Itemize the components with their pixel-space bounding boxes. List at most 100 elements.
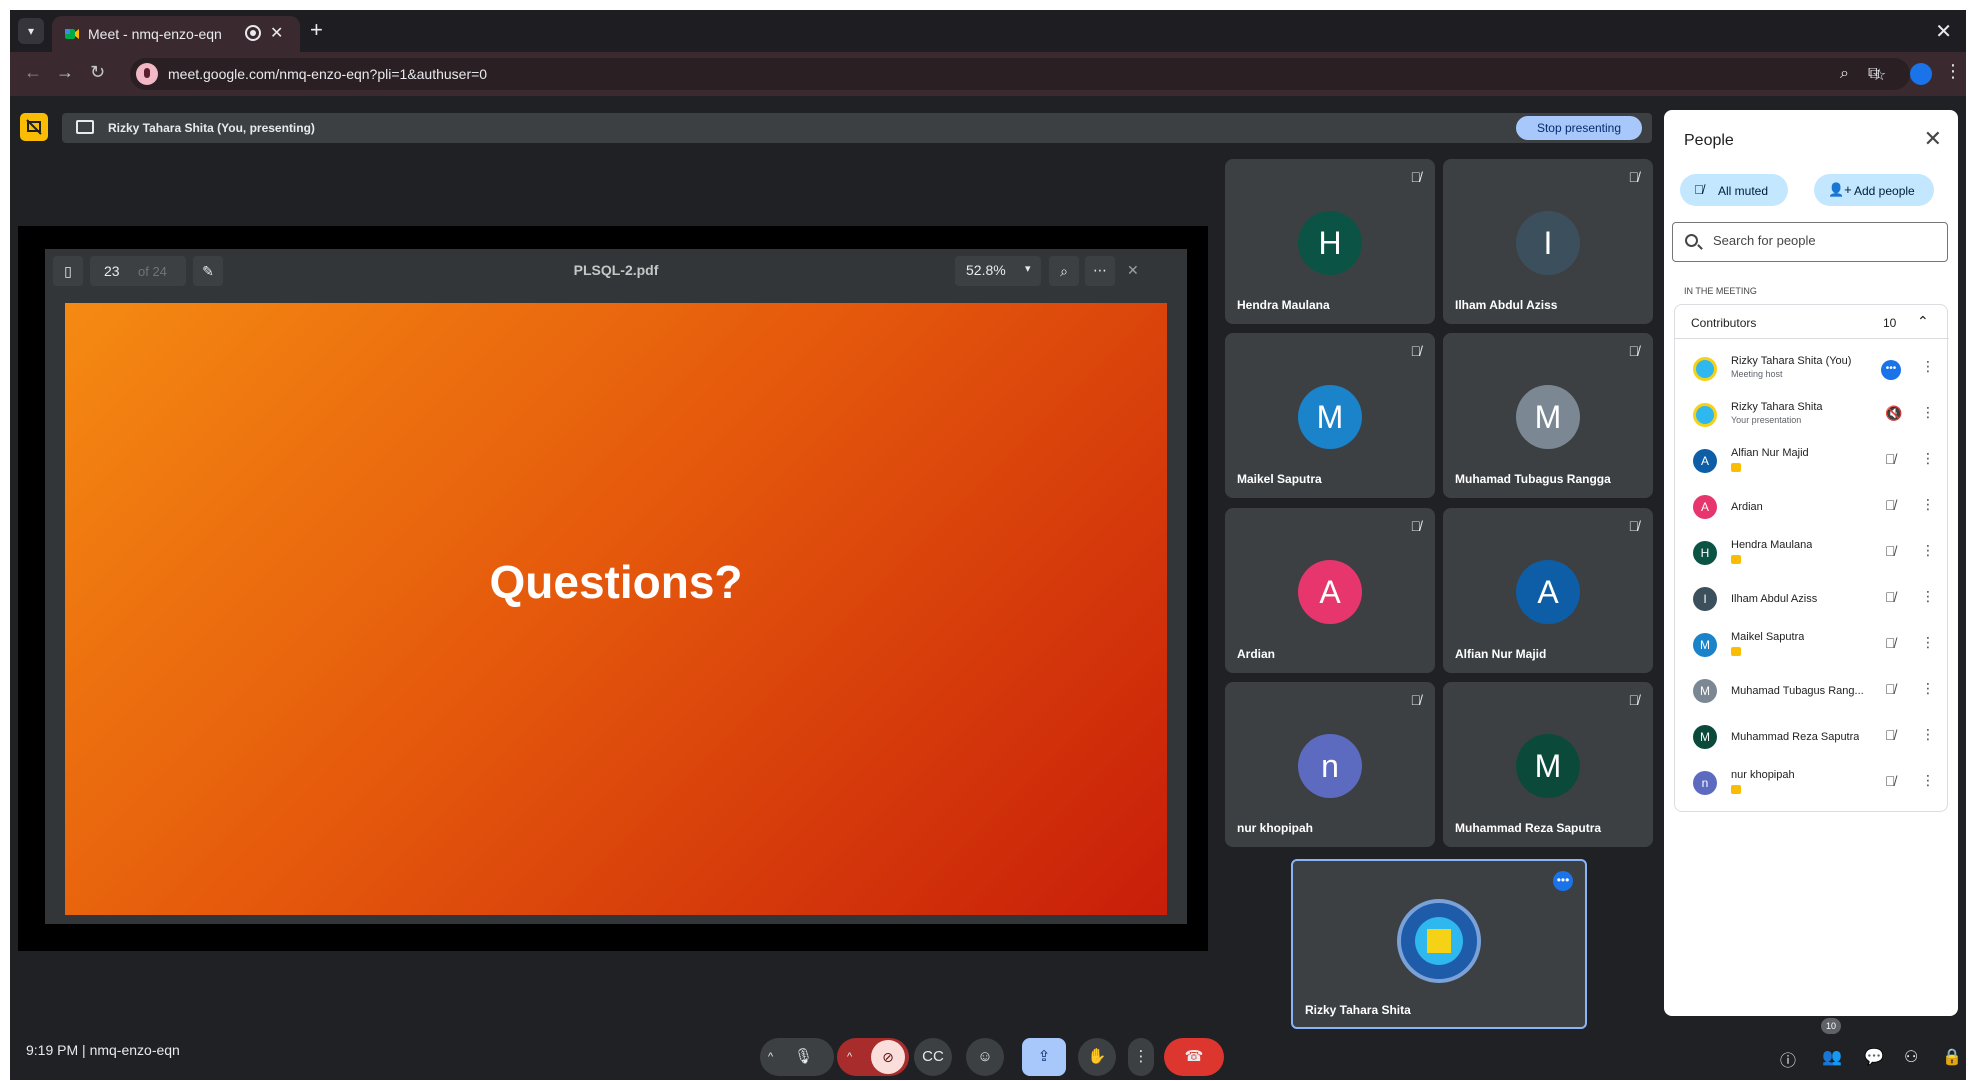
avatar: I — [1693, 587, 1717, 611]
all-muted-button[interactable]: 🎙̸ All muted — [1680, 174, 1788, 206]
muted-mic-icon[interactable]: 🎙̸ — [1885, 681, 1896, 697]
current-time: 9:19 PM — [26, 1042, 79, 1058]
extensions-icon[interactable]: ⧉ — [1868, 65, 1879, 83]
muted-mic-icon[interactable]: 🎙̸ — [1885, 543, 1896, 559]
more-options-icon[interactable]: ⋮ — [1921, 680, 1935, 697]
more-options-icon[interactable]: ⋮ — [1128, 1038, 1154, 1076]
list-item[interactable]: M Muhammad Reza Saputra 🎙̸ ⋮ — [1675, 715, 1949, 759]
list-item[interactable]: H Hendra Maulana 🎙̸ ⋮ — [1675, 531, 1949, 575]
list-item[interactable]: I Ilham Abdul Aziss 🎙̸ ⋮ — [1675, 577, 1949, 621]
avatar — [1693, 357, 1717, 381]
address-bar[interactable]: meet.google.com/nmq-enzo-eqn?pli=1&authu… — [130, 58, 1910, 90]
people-panel: People ✕ 🎙̸ All muted 👤+ Add people IN T… — [1664, 110, 1958, 1016]
muted-mic-icon[interactable]: 🎙̸ — [1885, 589, 1896, 605]
camera-off-icon[interactable]: ⊘ — [871, 1040, 905, 1074]
tab-search-chevron-icon[interactable]: ▾ — [18, 18, 44, 44]
list-item[interactable]: M Maikel Saputra 🎙̸ ⋮ — [1675, 623, 1949, 667]
zoom-icon[interactable]: ⌕ — [1840, 65, 1849, 83]
list-item[interactable]: A Ardian 🎙̸ ⋮ — [1675, 485, 1949, 529]
audio-off-icon[interactable]: 🔇 — [1885, 405, 1902, 422]
self-tile[interactable]: ••• Rizky Tahara Shita — [1291, 859, 1587, 1029]
list-item[interactable]: n nur khopipah 🎙̸ ⋮ — [1675, 761, 1949, 805]
pdf-close-icon[interactable]: ✕ — [1127, 262, 1139, 279]
muted-mic-icon[interactable]: 🎙̸ — [1885, 727, 1896, 743]
participant-tile[interactable]: 🎙̸ M Maikel Saputra — [1225, 333, 1435, 498]
muted-mic-icon[interactable]: 🎙̸ — [1885, 497, 1896, 513]
recording-indicator-icon — [245, 25, 261, 41]
list-item[interactable]: Rizky Tahara Shita (You) Meeting host ••• ⋮ — [1675, 347, 1949, 391]
more-options-icon[interactable]: ⋮ — [1921, 588, 1935, 605]
muted-mic-icon[interactable]: 🎙̸ — [1885, 451, 1896, 467]
chat-icon[interactable]: 💬 — [1864, 1047, 1884, 1067]
participant-tile[interactable]: 🎙̸ A Alfian Nur Majid — [1443, 508, 1653, 673]
meet-area: Rizky Tahara Shita (You, presenting) Sto… — [10, 96, 1966, 1080]
browser-menu-icon[interactable]: ⋮ — [1944, 61, 1962, 82]
avatar: M — [1516, 734, 1580, 798]
list-item[interactable]: M Muhamad Tubagus Rang... 🎙̸ ⋮ — [1675, 669, 1949, 713]
more-options-icon[interactable]: ⋮ — [1921, 634, 1935, 651]
participant-tile[interactable]: 🎙̸ A Ardian — [1225, 508, 1435, 673]
participant-tile[interactable]: 🎙̸ I Ilham Abdul Aziss — [1443, 159, 1653, 324]
video-options-chevron-icon[interactable]: ^ — [847, 1038, 852, 1076]
participant-tile[interactable]: 🎙̸ M Muhammad Reza Saputra — [1443, 682, 1653, 847]
panel-title: People — [1684, 132, 1734, 149]
host-options-icon[interactable]: ••• — [1881, 360, 1901, 380]
add-people-button[interactable]: 👤+ Add people — [1814, 174, 1934, 206]
activities-icon[interactable]: ⚇ — [1904, 1047, 1918, 1067]
pdf-toolbar: ▯ 23 of 24 ✎ PLSQL-2.pdf 52.8% ▾ ⌕ ⋯ ✕ — [45, 249, 1187, 293]
emoji-reaction-icon[interactable]: ☺ — [966, 1038, 1004, 1076]
more-options-icon[interactable]: ⋮ — [1921, 404, 1935, 421]
participant-tile[interactable]: 🎙̸ n nur khopipah — [1225, 682, 1435, 847]
more-options-icon[interactable]: ⋮ — [1921, 450, 1935, 467]
more-options-icon[interactable]: ⋮ — [1921, 726, 1935, 743]
captions-icon[interactable]: CC — [914, 1038, 952, 1076]
profile-avatar[interactable] — [1910, 63, 1932, 85]
screen: ▾ Meet - nmq-enzo-eqn ✕ + ✕ ← → ↻ meet.g… — [0, 0, 1976, 1081]
microphone-icon[interactable]: 🎙 — [794, 1038, 813, 1076]
audio-options-chevron-icon[interactable]: ^ — [768, 1038, 773, 1076]
more-options-icon[interactable]: ⋮ — [1921, 542, 1935, 559]
chevron-up-icon[interactable]: ⌃ — [1917, 313, 1929, 330]
avatar: n — [1298, 734, 1362, 798]
close-panel-icon[interactable]: ✕ — [1924, 126, 1942, 152]
participant-name: Maikel Saputra — [1731, 631, 1805, 643]
pdf-more-icon[interactable]: ⋯ — [1085, 256, 1115, 286]
meeting-info-icon[interactable]: ⓘ — [1780, 1047, 1796, 1071]
muted-mic-icon: 🎙̸ — [1410, 518, 1422, 534]
microphone-control[interactable]: ^ 🎙 — [760, 1038, 834, 1076]
people-icon[interactable]: 👥 — [1822, 1047, 1842, 1067]
participant-name: nur khopipah — [1731, 769, 1795, 781]
presenting-text: Rizky Tahara Shita (You, presenting) — [108, 121, 315, 135]
new-tab-icon[interactable]: + — [310, 19, 323, 41]
site-info-mic-icon[interactable] — [136, 63, 158, 85]
camera-control[interactable]: ^ ⊘ — [837, 1038, 909, 1076]
back-icon[interactable]: ← — [24, 62, 42, 83]
section-label: IN THE MEETING — [1684, 286, 1757, 296]
list-item[interactable]: Rizky Tahara Shita Your presentation 🔇 ⋮ — [1675, 393, 1949, 437]
forward-icon[interactable]: → — [56, 62, 74, 83]
search-input[interactable] — [1713, 233, 1933, 248]
participant-tile[interactable]: 🎙̸ H Hendra Maulana — [1225, 159, 1435, 324]
host-controls-lock-icon[interactable]: 🔒 — [1942, 1047, 1962, 1067]
tile-more-options-icon[interactable]: ••• — [1553, 871, 1573, 891]
muted-mic-icon: 🎙̸ — [1628, 692, 1640, 708]
tab-close-icon[interactable]: ✕ — [270, 23, 283, 43]
muted-mic-icon[interactable]: 🎙̸ — [1885, 635, 1896, 651]
stop-presenting-button[interactable]: Stop presenting — [1516, 116, 1642, 140]
window-close-icon[interactable]: ✕ — [1935, 19, 1952, 44]
more-options-icon[interactable]: ⋮ — [1921, 772, 1935, 789]
present-screen-icon[interactable]: ⇪ — [1022, 1038, 1066, 1076]
more-options-icon[interactable]: ⋮ — [1921, 358, 1935, 375]
more-options-icon[interactable]: ⋮ — [1921, 496, 1935, 513]
active-tab[interactable]: Meet - nmq-enzo-eqn ✕ — [52, 16, 300, 52]
raise-hand-icon[interactable]: ✋ — [1078, 1038, 1116, 1076]
contributors-header[interactable]: Contributors 10 ⌃ — [1675, 305, 1949, 339]
leave-call-icon[interactable]: ☎ — [1164, 1038, 1224, 1076]
muted-mic-icon[interactable]: 🎙̸ — [1885, 773, 1896, 789]
list-item[interactable]: A Alfian Nur Majid 🎙̸ ⋮ — [1675, 439, 1949, 483]
participant-tile[interactable]: 🎙̸ M Muhamad Tubagus Rangga — [1443, 333, 1653, 498]
avatar: M — [1693, 725, 1717, 749]
reload-icon[interactable]: ↻ — [90, 62, 105, 83]
avatar: n — [1693, 771, 1717, 795]
pdf-search-icon[interactable]: ⌕ — [1049, 256, 1079, 286]
